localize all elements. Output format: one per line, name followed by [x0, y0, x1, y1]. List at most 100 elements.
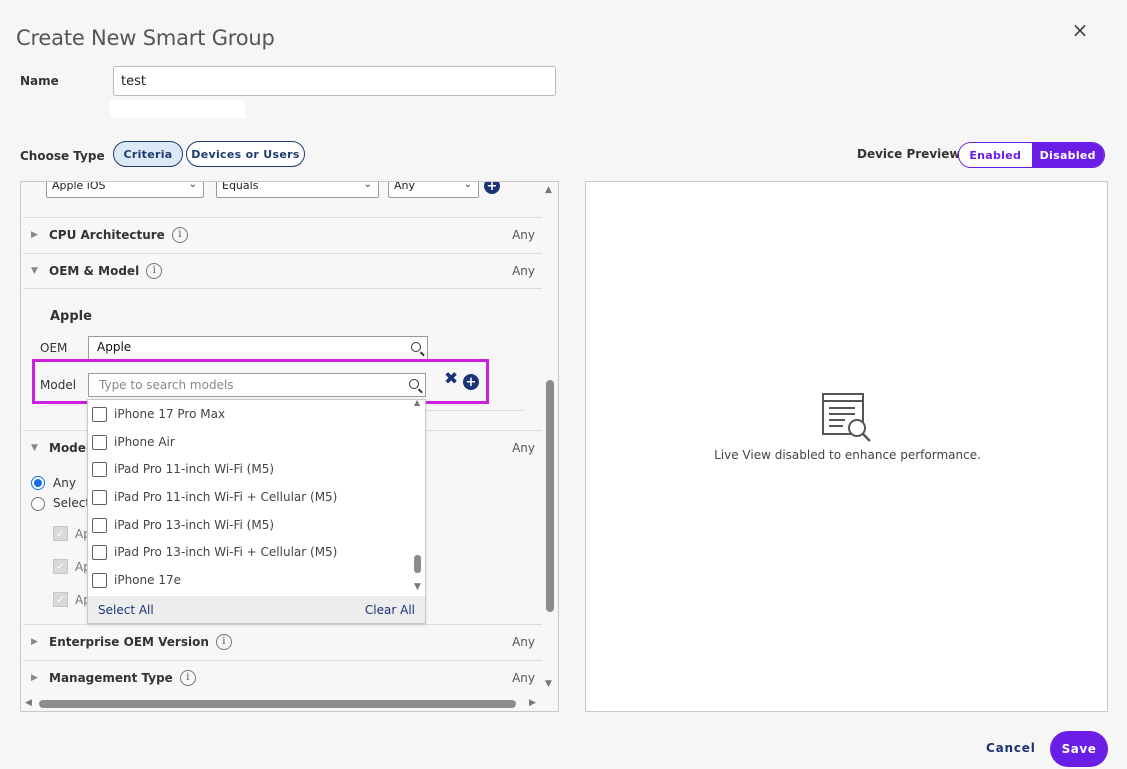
save-button[interactable]: Save [1050, 731, 1108, 767]
scroll-thumb[interactable] [414, 555, 421, 573]
list-item[interactable]: iPhone Air [92, 430, 175, 454]
name-helper-area [110, 100, 245, 118]
oem-label: OEM [40, 341, 68, 355]
section-value: Any [512, 670, 535, 685]
list-item[interactable]: iPhone 17e [92, 568, 181, 592]
section-label: CPU Architecture [49, 227, 165, 242]
preview-disabled-option[interactable]: Disabled [1031, 143, 1104, 167]
list-item-label: iPad Pro 13-inch Wi-Fi + Cellular (M5) [114, 545, 338, 559]
section-value: Any [512, 634, 535, 649]
scroll-left-icon[interactable]: ◀ [25, 698, 32, 708]
value-select[interactable]: Any ⌄ [388, 182, 479, 198]
model-dropdown-list: iPhone 17 Pro Max iPhone Air iPad Pro 11… [88, 400, 413, 596]
section-value: Any [512, 440, 535, 455]
list-item-label: iPad Pro 11-inch Wi-Fi (M5) [114, 462, 275, 476]
list-item-label: iPad Pro 13-inch Wi-Fi (M5) [114, 518, 275, 532]
disabled-checkbox: ✓ [53, 559, 68, 574]
info-icon[interactable]: i [146, 262, 163, 279]
horizontal-scrollbar[interactable]: ◀ ▶ [21, 697, 558, 711]
model-any-radio[interactable] [31, 476, 45, 490]
devices-or-users-button[interactable]: Devices or Users [186, 141, 305, 167]
section-label: Management Type [49, 670, 173, 685]
checkbox[interactable] [92, 544, 107, 560]
expand-down-icon: ▼ [31, 265, 38, 276]
list-item-label: iPhone 17e [114, 573, 181, 587]
expand-down-icon: ▼ [31, 442, 38, 453]
scroll-thumb[interactable] [546, 380, 554, 612]
list-item[interactable]: iPad Pro 13-inch Wi-Fi (M5) [92, 513, 274, 537]
chevron-down-icon: ⌄ [363, 182, 372, 190]
dropdown-footer: Select All Clear All [88, 596, 425, 623]
list-item[interactable]: iPad Pro 13-inch Wi-Fi + Cellular (M5) [92, 540, 337, 564]
list-item-label: iPhone 17 Pro Max [114, 407, 226, 421]
dropdown-scrollbar[interactable]: ▲ ▼ [411, 400, 425, 596]
divider [23, 288, 542, 289]
operator-select-value: Equals [222, 182, 259, 192]
section-label: Enterprise OEM Version [49, 634, 209, 649]
scroll-right-icon[interactable]: ▶ [529, 698, 536, 708]
preview-enabled-option[interactable]: Enabled [959, 143, 1032, 167]
section-oem-model[interactable]: ▼ OEM & Model i Any [21, 253, 542, 288]
expand-right-icon: ▶ [31, 229, 38, 240]
checkbox[interactable] [92, 517, 107, 533]
model-any-label: Any [53, 476, 76, 490]
section-cpu-architecture[interactable]: ▶ CPU Architecture i Any [21, 217, 542, 252]
platform-select[interactable]: Apple iOS ⌄ [46, 182, 204, 198]
name-input[interactable] [113, 66, 556, 96]
section-value: Any [512, 227, 535, 242]
scroll-thumb[interactable] [39, 700, 516, 708]
model-select-label: Select [53, 496, 91, 510]
device-preview-label: Device Preview [857, 147, 961, 161]
document-search-icon [822, 393, 871, 442]
expand-right-icon: ▶ [31, 636, 38, 647]
chevron-down-icon: ⌄ [188, 182, 197, 190]
model-select-radio[interactable] [31, 497, 45, 511]
section-label: Model [49, 440, 91, 455]
section-value: Any [512, 263, 535, 278]
checkbox[interactable] [92, 406, 107, 422]
close-icon[interactable]: × [1068, 18, 1092, 42]
select-all-link[interactable]: Select All [98, 603, 154, 617]
section-label: OEM & Model [49, 263, 140, 278]
scroll-up-icon[interactable]: ▲ [414, 400, 420, 407]
section-management-type[interactable]: ▶ Management Type i Any [21, 660, 542, 695]
scroll-down-icon[interactable]: ▼ [414, 582, 421, 592]
info-icon[interactable]: i [171, 226, 188, 243]
list-item[interactable]: iPad Pro 11-inch Wi-Fi + Cellular (M5) [92, 485, 337, 509]
section-enterprise-oem-version[interactable]: ▶ Enterprise OEM Version i Any [21, 624, 542, 659]
choose-type-label: Choose Type [20, 149, 105, 163]
expand-right-icon: ▶ [31, 672, 38, 683]
checkbox[interactable] [92, 461, 107, 477]
add-condition-icon[interactable]: + [484, 182, 500, 194]
clear-all-link[interactable]: Clear All [365, 603, 415, 617]
info-icon[interactable]: i [215, 633, 232, 650]
vertical-scrollbar[interactable]: ▲ ▼ [542, 182, 558, 697]
value-select-value: Any [394, 182, 416, 192]
model-dropdown: iPhone 17 Pro Max iPhone Air iPad Pro 11… [87, 399, 426, 624]
oem-group-heading: Apple [50, 309, 92, 324]
criteria-button[interactable]: Criteria [113, 141, 183, 167]
device-preview-panel: Live View disabled to enhance performanc… [585, 181, 1108, 712]
list-item[interactable]: iPad Pro 11-inch Wi-Fi (M5) [92, 457, 274, 481]
model-row-highlight [32, 359, 489, 404]
checkbox[interactable] [92, 572, 107, 588]
device-preview-toggle: Enabled Disabled [958, 142, 1105, 168]
oem-field[interactable]: Apple [88, 336, 428, 360]
checkbox[interactable] [92, 434, 107, 450]
scroll-down-icon[interactable]: ▼ [545, 679, 552, 689]
disabled-checkbox: ✓ [53, 526, 68, 541]
scroll-up-icon[interactable]: ▲ [545, 185, 552, 195]
name-label: Name [20, 74, 59, 88]
checkbox[interactable] [92, 489, 107, 505]
dialog-title: Create New Smart Group [16, 26, 275, 50]
search-icon [411, 342, 421, 352]
info-icon[interactable]: i [179, 669, 196, 686]
list-item[interactable]: iPhone 17 Pro Max [92, 402, 225, 426]
cancel-button[interactable]: Cancel [986, 741, 1036, 755]
oem-field-value: Apple [97, 340, 132, 354]
preview-disabled-message: Live View disabled to enhance performanc… [714, 448, 981, 462]
list-item-label: iPhone Air [114, 435, 175, 449]
divider [425, 410, 524, 411]
operator-select[interactable]: Equals ⌄ [216, 182, 379, 198]
platform-select-value: Apple iOS [52, 182, 106, 192]
